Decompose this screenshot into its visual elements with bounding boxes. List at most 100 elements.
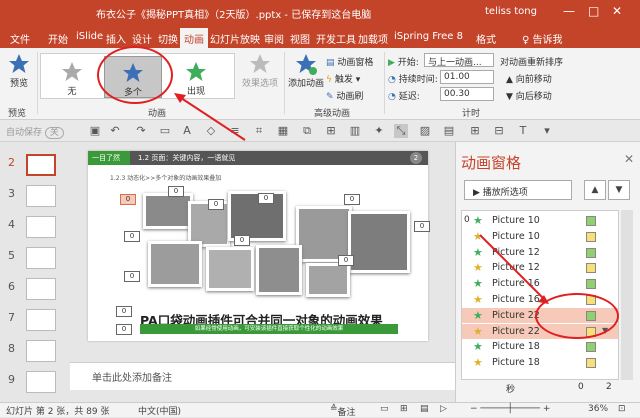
zoom-slider[interactable]: − ─────┼───── + xyxy=(470,404,550,414)
layout-icon[interactable]: ▤ xyxy=(442,124,456,138)
thumbnail-slide[interactable] xyxy=(26,371,56,393)
user-name[interactable]: teliss tong xyxy=(485,6,537,17)
image-icon[interactable]: ▨ xyxy=(418,124,432,138)
undo-icon[interactable]: ↶ xyxy=(108,124,122,138)
select-icon[interactable]: ⤡ xyxy=(394,124,408,138)
animation-tag[interactable]: 0 xyxy=(124,271,140,282)
animation-item[interactable]: ★ Picture 18 xyxy=(462,339,618,355)
font-icon[interactable]: A xyxy=(180,124,194,138)
animation-tag[interactable]: 0 xyxy=(344,194,360,205)
zoom-level[interactable]: 36% xyxy=(588,404,608,414)
move-up-button[interactable]: ▲ xyxy=(584,180,606,200)
tab-format[interactable]: 格式 xyxy=(476,31,496,46)
view-slideshow-icon[interactable]: ▷ xyxy=(440,404,447,414)
animation-painter-button[interactable]: ✎ 动画刷 xyxy=(326,89,363,102)
tab-file[interactable]: 文件 xyxy=(10,31,30,46)
tab-animations[interactable]: 动画 xyxy=(180,28,208,48)
align-center-icon[interactable]: ⊟ xyxy=(492,124,506,138)
animation-tag[interactable]: 0 xyxy=(234,235,250,246)
anim-none[interactable]: 无 xyxy=(43,56,101,98)
tab-view[interactable]: 视图 xyxy=(290,31,310,46)
animation-item[interactable]: ★ Picture 12 xyxy=(462,260,618,276)
move-later-button[interactable]: ▼ 向后移动 xyxy=(506,89,552,102)
thumbnail-slide[interactable] xyxy=(26,340,56,362)
animation-item[interactable]: ★ Picture 18 xyxy=(462,355,618,371)
more-icon[interactable]: ▾ xyxy=(540,124,554,138)
animation-tag[interactable]: 0 xyxy=(414,221,430,232)
chart-icon[interactable]: ▥ xyxy=(348,124,362,138)
start-dropdown[interactable]: 与上一动画... xyxy=(424,53,494,67)
photo[interactable] xyxy=(348,211,410,273)
language-indicator[interactable]: 中文(中国) xyxy=(138,404,181,417)
notes-pane[interactable]: 单击此处添加备注 xyxy=(70,362,455,390)
photo[interactable] xyxy=(148,241,202,287)
animation-item[interactable]: ★ Picture 10 xyxy=(462,229,618,245)
tab-addins[interactable]: 加载项 xyxy=(358,31,388,46)
tell-me-search[interactable]: ♀ 告诉我 xyxy=(522,31,563,46)
tab-insert[interactable]: 插入 xyxy=(106,31,126,46)
autosave-toggle[interactable]: 关 xyxy=(44,127,64,139)
group-icon[interactable]: ⧉ xyxy=(300,124,314,138)
photo[interactable] xyxy=(143,193,193,229)
animation-item[interactable]: ★ Picture 12 xyxy=(462,245,618,261)
align-icon[interactable]: ≡ xyxy=(228,124,242,138)
text-icon[interactable]: T xyxy=(516,124,530,138)
animation-tag[interactable]: 0 xyxy=(124,231,140,242)
view-normal-icon[interactable]: ▭ xyxy=(380,404,389,414)
tab-islide[interactable]: iSlide xyxy=(76,31,103,42)
animation-tag[interactable]: 0 xyxy=(208,199,224,210)
duration-input[interactable]: 01.00 xyxy=(440,70,494,84)
tab-ispring[interactable]: iSpring Free 8 xyxy=(394,31,463,42)
slide-caption-bar[interactable]: 如果经常使用动画，可安装该插件直接获取个性化的动画效果 xyxy=(140,324,398,334)
view-reading-icon[interactable]: ▤ xyxy=(420,404,429,414)
maximize-button[interactable]: □ xyxy=(588,4,599,18)
thumbnail-slide[interactable] xyxy=(26,309,56,331)
delay-input[interactable]: 00.30 xyxy=(440,87,494,101)
view-sorter-icon[interactable]: ⊞ xyxy=(400,404,408,414)
pane-scrollbar[interactable] xyxy=(621,210,633,380)
animation-tag[interactable]: 0 xyxy=(258,193,274,204)
close-button[interactable]: ✕ xyxy=(612,4,622,18)
animation-tag[interactable]: 0 xyxy=(338,255,354,266)
photo[interactable] xyxy=(306,263,350,297)
photo[interactable] xyxy=(256,245,302,295)
animation-tag[interactable]: 0 xyxy=(120,194,136,205)
fit-window-icon[interactable]: ⊡ xyxy=(618,404,626,414)
grid-icon[interactable]: ⊞ xyxy=(468,124,482,138)
animation-item[interactable]: 0 ★ Picture 10 xyxy=(462,213,618,229)
animation-tag[interactable]: 0 xyxy=(116,324,132,335)
thumbnail-slide[interactable] xyxy=(26,154,56,176)
tab-review[interactable]: 审阅 xyxy=(264,31,284,46)
tab-developer[interactable]: 开发工具 xyxy=(316,31,356,46)
effect-options-button[interactable]: 效果选项 xyxy=(238,52,282,89)
move-down-button[interactable]: ▼ xyxy=(608,180,630,200)
save-icon[interactable]: ▣ xyxy=(88,124,102,138)
format-icon[interactable]: ▦ xyxy=(276,124,290,138)
thumbnail-slide[interactable] xyxy=(26,216,56,238)
tab-slideshow[interactable]: 幻灯片放映 xyxy=(210,31,260,46)
animation-pane-button[interactable]: ▤ 动画窗格 xyxy=(326,55,373,68)
photo[interactable] xyxy=(228,191,286,241)
animation-tag[interactable]: 0 xyxy=(116,306,132,317)
animation-tag[interactable]: 0 xyxy=(168,186,184,197)
star-icon[interactable]: ✦ xyxy=(372,124,386,138)
thumbnail-slide[interactable] xyxy=(26,185,56,207)
present-icon[interactable]: ▭ xyxy=(158,124,172,138)
arrange-icon[interactable]: ⊞ xyxy=(324,124,338,138)
notes-toggle[interactable]: ≙ 备注 xyxy=(330,404,356,418)
shape-icon[interactable]: ◇ xyxy=(204,124,218,138)
photo[interactable] xyxy=(206,247,254,291)
animation-item[interactable]: ★ Picture 16 xyxy=(462,276,618,292)
crop-icon[interactable]: ⌗ xyxy=(252,124,266,138)
tab-home[interactable]: 开始 xyxy=(48,31,68,46)
trigger-button[interactable]: ϟ 触发 ▾ xyxy=(326,72,360,85)
tab-transitions[interactable]: 切换 xyxy=(158,31,178,46)
minimize-button[interactable]: — xyxy=(563,4,575,18)
redo-icon[interactable]: ↷ xyxy=(134,124,148,138)
play-selected-button[interactable]: ▶ 播放所选项 xyxy=(464,180,572,200)
thumbnail-slide[interactable] xyxy=(26,247,56,269)
photo[interactable] xyxy=(296,206,352,262)
add-animation-button[interactable]: 添加动画 xyxy=(286,52,326,89)
tab-design[interactable]: 设计 xyxy=(132,31,152,46)
move-earlier-button[interactable]: ▲ 向前移动 xyxy=(506,72,552,85)
